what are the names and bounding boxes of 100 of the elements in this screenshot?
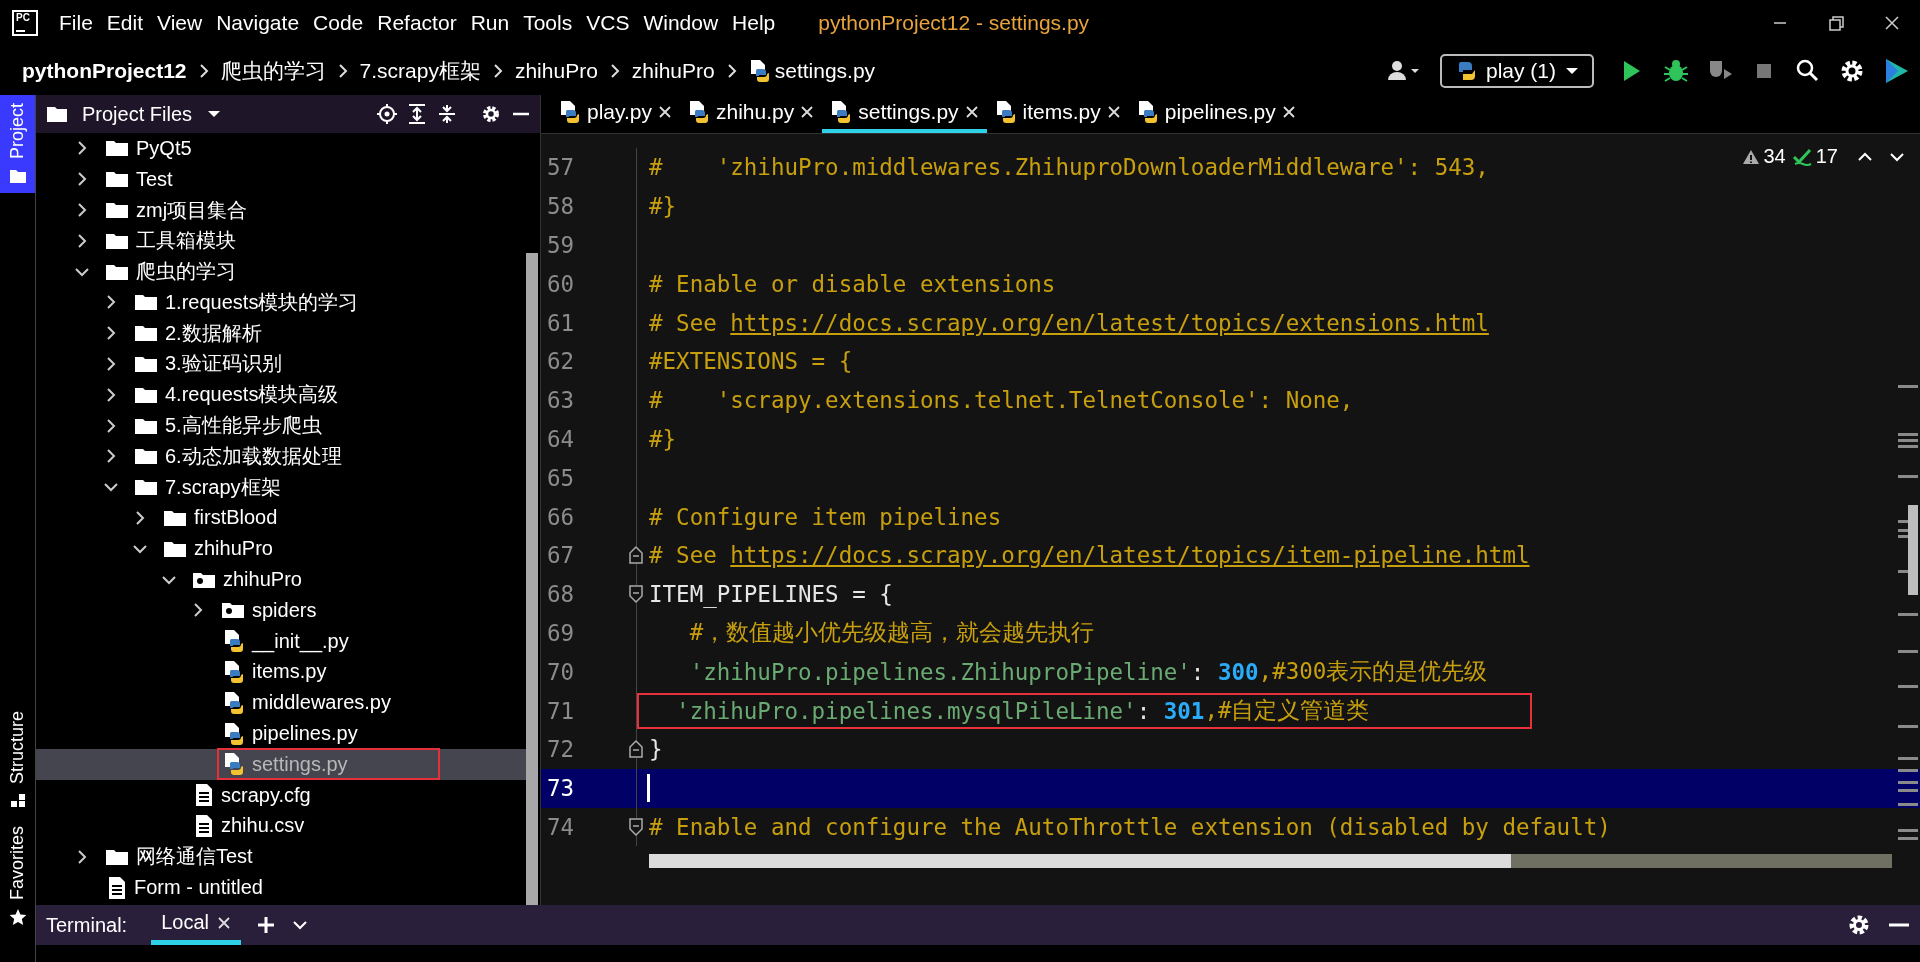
close-icon[interactable] [216, 915, 231, 930]
close-icon[interactable] [1281, 105, 1296, 119]
scrollbar-thumb[interactable] [649, 854, 1511, 869]
blocks-icon[interactable] [8, 791, 27, 810]
menu-item[interactable]: Navigate [209, 11, 307, 35]
menu-item[interactable]: File [52, 11, 100, 35]
code-text: # 'zhihuPro.middlewares.ZhihuproDownloaderMiddleware': 543, [648, 153, 1490, 183]
menu-item[interactable]: Edit [99, 11, 151, 35]
line-number: 68 [546, 581, 576, 608]
tree-item[interactable]: PyQt5 [99, 133, 198, 164]
breadcrumb-item[interactable]: zhihuPro [631, 58, 715, 83]
package-folder-icon [192, 570, 216, 589]
breadcrumb-item[interactable]: 7.scrapy框架 [359, 56, 481, 85]
close-icon[interactable] [1882, 14, 1902, 32]
python-file-icon [223, 629, 245, 654]
tool-window-tab[interactable]: Structure [0, 702, 35, 818]
menu-item[interactable]: Help [725, 11, 783, 35]
project-view-dropdown[interactable]: Project Files [76, 101, 199, 127]
line-number: 61 [546, 309, 576, 336]
editor-tab[interactable]: items.py [986, 95, 1129, 133]
check-icon [1791, 147, 1812, 166]
tree-item[interactable]: __init__.py [217, 625, 355, 658]
line-number: 59 [546, 232, 576, 258]
code-text: 'zhihuPro.pipelines.mysqlPileLine': 301,#自定义管道类 [637, 692, 1532, 729]
settings-icon[interactable] [480, 103, 502, 125]
fold-icon[interactable] [628, 585, 644, 604]
editor-tab[interactable]: pipelines.py [1128, 95, 1304, 133]
line-number: 65 [546, 464, 576, 491]
folder-icon [105, 170, 129, 189]
warning-count[interactable]: 34 [1763, 145, 1786, 168]
editor-tab[interactable]: settings.py [822, 95, 987, 133]
folder-icon [163, 539, 187, 558]
code-text: # See https://docs.scrapy.org/en/latest/topics/item-pipeline.html [648, 541, 1531, 571]
menu-item[interactable]: Run [463, 11, 517, 35]
line-number: 74 [546, 813, 576, 840]
breadcrumb-item[interactable]: zhihuPro [514, 58, 598, 83]
expand-all-icon[interactable] [406, 103, 428, 125]
editor-tab[interactable]: play.py [551, 95, 680, 133]
tool-window-tab[interactable]: Project [0, 95, 35, 194]
passed-count[interactable]: 17 [1815, 145, 1838, 168]
locate-icon[interactable] [376, 103, 398, 125]
collapse-all-icon[interactable] [436, 103, 458, 125]
tree-item[interactable]: pipelines.py [217, 717, 364, 750]
tree-item[interactable]: Test [99, 163, 179, 195]
menu-item[interactable]: View [150, 11, 210, 35]
tree-item[interactable]: firstBlood [157, 502, 284, 534]
line-number: 70 [546, 658, 576, 685]
tree-item[interactable]: zhihu.csv [188, 809, 311, 842]
close-icon[interactable] [800, 105, 815, 119]
menu-item[interactable]: Code [306, 11, 371, 35]
tree-item[interactable]: settings.py [217, 748, 440, 781]
close-icon[interactable] [658, 105, 672, 119]
menu-item[interactable]: Refactor [370, 11, 464, 35]
fold-icon[interactable] [628, 817, 644, 836]
menu-item[interactable]: VCS [579, 11, 637, 35]
fold-icon[interactable] [628, 546, 644, 565]
star-icon[interactable] [8, 908, 27, 926]
fold-icon[interactable] [628, 740, 644, 759]
menu-item[interactable]: Tools [516, 11, 580, 35]
python-file-icon [559, 100, 581, 124]
python-file-icon [1136, 100, 1159, 124]
code-text: # 'scrapy.extensions.telnet.TelnetConsole': None, [648, 386, 1355, 416]
close-icon[interactable] [1106, 105, 1121, 119]
code-text: #，数值越小优先级越高，就会越先执行 [688, 618, 1096, 648]
restore-icon[interactable] [1826, 14, 1846, 32]
folder-icon [105, 231, 129, 250]
code-text: #} [648, 424, 678, 454]
run-configuration-dropdown[interactable]: play (1) [1439, 53, 1594, 88]
tree-item[interactable]: zhihuPro [186, 564, 308, 596]
tree-item[interactable]: middlewares.py [217, 686, 397, 719]
folder-icon[interactable] [8, 167, 27, 186]
folder-icon [134, 447, 158, 466]
folder-icon [134, 416, 158, 435]
caret-icon[interactable] [1564, 65, 1580, 76]
package-folder-icon [221, 601, 245, 620]
tree-item[interactable]: items.py [217, 655, 333, 688]
breadcrumb-label[interactable]: settings.py [774, 58, 876, 83]
python-file-icon [688, 100, 710, 124]
scrollbar-thumb[interactable] [526, 253, 538, 905]
breadcrumb-item[interactable]: 爬虫的学习 [220, 56, 326, 85]
code-text: # See https://docs.scrapy.org/en/latest/topics/extensions.html [648, 308, 1490, 338]
breadcrumb-item[interactable]: pythonProject12 [22, 58, 187, 83]
person-icon[interactable] [1386, 59, 1421, 82]
close-icon[interactable] [964, 105, 979, 119]
text-file-icon [107, 875, 127, 900]
code-text: ITEM_PIPELINES = { [648, 580, 894, 610]
tree-item[interactable]: spiders [215, 594, 323, 626]
tree-item[interactable]: scrapy.cfg [188, 779, 317, 812]
python-file-icon [830, 100, 853, 124]
line-number: 69 [546, 619, 576, 646]
menu-item[interactable]: Window [636, 11, 726, 35]
code-text: # Enable and configure the AutoThrottle extension (disabled by default) [648, 812, 1612, 842]
app-logo: PC [12, 10, 38, 36]
editor-tab[interactable]: zhihu.py [680, 95, 823, 133]
line-number: 66 [546, 503, 576, 530]
terminal-tab[interactable]: Local [151, 905, 241, 945]
caret-icon[interactable] [206, 109, 223, 119]
tool-window-tab[interactable]: Favorites [0, 817, 35, 934]
text-file-icon [194, 813, 214, 838]
tree-item[interactable]: zhihuPro [157, 533, 279, 565]
